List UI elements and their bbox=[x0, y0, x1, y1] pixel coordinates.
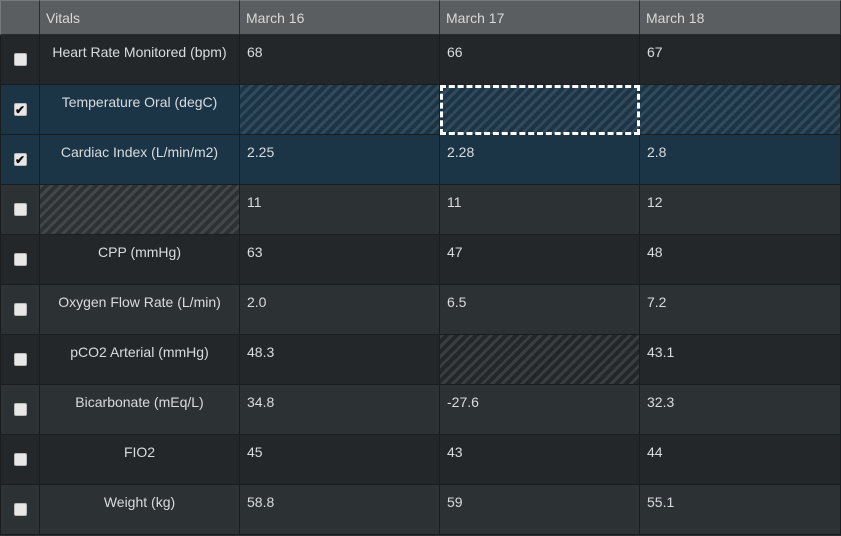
row-checkbox[interactable] bbox=[13, 303, 27, 316]
value-cell[interactable]: 67 bbox=[640, 35, 841, 85]
vital-label-cell[interactable]: Cardiac Index (L/min/m2) bbox=[40, 135, 240, 185]
value-cell[interactable]: 44 bbox=[640, 435, 841, 485]
vital-label-cell[interactable]: Temperature Oral (degC) bbox=[40, 85, 240, 135]
row-select-cell[interactable] bbox=[0, 35, 40, 85]
value-cell[interactable]: 6.5 bbox=[440, 285, 640, 335]
value-cell[interactable]: 48.3 bbox=[240, 335, 440, 385]
value-cell[interactable]: 2.0 bbox=[240, 285, 440, 335]
value-cell[interactable]: 2.28 bbox=[440, 135, 640, 185]
value-cell[interactable] bbox=[440, 335, 640, 385]
row-checkbox[interactable] bbox=[13, 503, 27, 516]
vital-label-cell[interactable]: Bicarbonate (mEq/L) bbox=[40, 385, 240, 435]
value-cell[interactable] bbox=[640, 85, 841, 135]
vital-label-cell[interactable]: FIO2 bbox=[40, 435, 240, 485]
value-cell[interactable]: 11 bbox=[240, 185, 440, 235]
vital-label-cell[interactable]: Oxygen Flow Rate (L/min) bbox=[40, 285, 240, 335]
value-cell[interactable]: 7.2 bbox=[640, 285, 841, 335]
value-cell[interactable]: 34.8 bbox=[240, 385, 440, 435]
value-cell[interactable]: 47 bbox=[440, 235, 640, 285]
row-checkbox[interactable] bbox=[13, 403, 27, 416]
checkmark-icon: ✔ bbox=[14, 102, 26, 117]
value-cell[interactable]: 2.25 bbox=[240, 135, 440, 185]
vital-label-cell[interactable]: CPP (mmHg) bbox=[40, 235, 240, 285]
vital-label-cell[interactable]: Weight (kg) bbox=[40, 485, 240, 535]
row-checkbox-checked[interactable]: ✔ bbox=[13, 102, 27, 117]
value-cell[interactable]: 63 bbox=[240, 235, 440, 285]
value-cell[interactable]: 55.1 bbox=[640, 485, 841, 535]
value-cell[interactable]: 43 bbox=[440, 435, 640, 485]
row-checkbox[interactable] bbox=[13, 453, 27, 466]
value-cell[interactable]: 58.8 bbox=[240, 485, 440, 535]
value-cell[interactable]: 66 bbox=[440, 35, 640, 85]
row-select-cell[interactable] bbox=[0, 285, 40, 335]
row-select-cell[interactable] bbox=[0, 485, 40, 535]
value-cell[interactable]: -27.6 bbox=[440, 385, 640, 435]
header-march-18[interactable]: March 18 bbox=[640, 0, 841, 35]
row-select-cell[interactable]: ✔ bbox=[0, 85, 40, 135]
row-select-cell[interactable] bbox=[0, 435, 40, 485]
row-select-cell[interactable] bbox=[0, 335, 40, 385]
row-select-cell[interactable] bbox=[0, 385, 40, 435]
value-cell[interactable]: 2.8 bbox=[640, 135, 841, 185]
value-cell[interactable]: 43.1 bbox=[640, 335, 841, 385]
value-cell[interactable]: 48 bbox=[640, 235, 841, 285]
row-checkbox-checked[interactable]: ✔ bbox=[13, 152, 27, 167]
vitals-table: Vitals March 16 March 17 March 18 Heart … bbox=[0, 0, 841, 536]
row-checkbox[interactable] bbox=[13, 53, 27, 66]
header-march-16[interactable]: March 16 bbox=[240, 0, 440, 35]
header-vitals[interactable]: Vitals bbox=[40, 0, 240, 35]
vital-label-cell[interactable]: pCO2 Arterial (mmHg) bbox=[40, 335, 240, 385]
value-cell[interactable]: 68 bbox=[240, 35, 440, 85]
row-checkbox[interactable] bbox=[13, 203, 27, 216]
value-cell[interactable]: 32.3 bbox=[640, 385, 841, 435]
value-cell[interactable]: 12 bbox=[640, 185, 841, 235]
row-select-cell[interactable] bbox=[0, 185, 40, 235]
value-cell[interactable] bbox=[440, 85, 640, 135]
value-cell[interactable]: 45 bbox=[240, 435, 440, 485]
row-select-cell[interactable] bbox=[0, 235, 40, 285]
header-select-column[interactable] bbox=[0, 0, 40, 35]
vital-label-cell[interactable] bbox=[40, 185, 240, 235]
checkmark-icon: ✔ bbox=[14, 152, 26, 167]
row-select-cell[interactable]: ✔ bbox=[0, 135, 40, 185]
vital-label-cell[interactable]: Heart Rate Monitored (bpm) bbox=[40, 35, 240, 85]
header-march-17[interactable]: March 17 bbox=[440, 0, 640, 35]
value-cell[interactable] bbox=[240, 85, 440, 135]
row-checkbox[interactable] bbox=[13, 253, 27, 266]
row-checkbox[interactable] bbox=[13, 353, 27, 366]
value-cell[interactable]: 11 bbox=[440, 185, 640, 235]
value-cell[interactable]: 59 bbox=[440, 485, 640, 535]
